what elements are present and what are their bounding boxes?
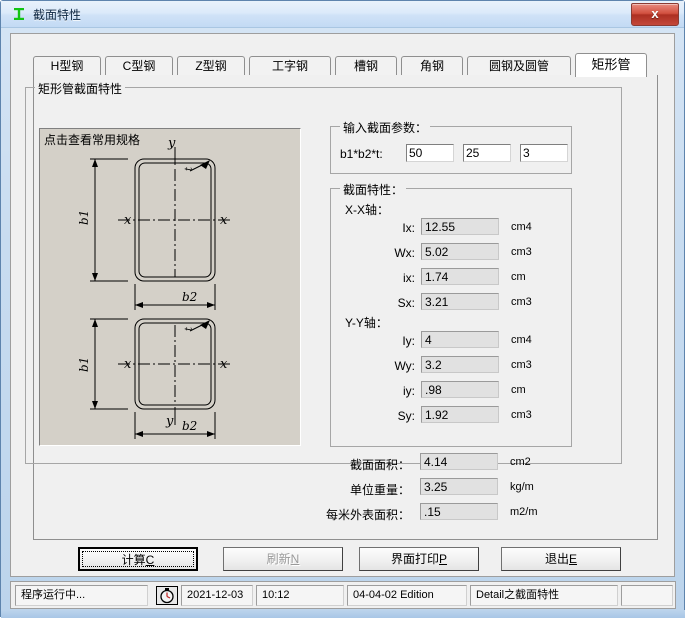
- iy-label: Iy:: [402, 334, 415, 348]
- diagram-label-y-bottom: y: [165, 414, 174, 429]
- exit-button-label: 退出: [544, 552, 569, 566]
- yy-axis-label: Y-Y轴：: [345, 316, 388, 330]
- wx-unit: cm3: [511, 246, 532, 258]
- status-edition: 04-04-02 Edition: [347, 585, 467, 606]
- tab-6[interactable]: 角钢: [401, 56, 463, 76]
- close-button[interactable]: x: [631, 3, 679, 26]
- wy-unit: cm3: [511, 359, 532, 371]
- status-message: 程序运行中...: [15, 585, 148, 606]
- ix-radius-label: ix:: [403, 271, 415, 285]
- ix-label: Ix:: [402, 221, 415, 235]
- sx-label: Sx:: [397, 296, 415, 310]
- calculate-button-label: 计算: [121, 553, 146, 567]
- diagram-label-x-left: x: [124, 213, 132, 228]
- status-time: 10:12: [256, 585, 344, 606]
- cross-section-drawing: y x x b2 b1 t x x y b2 b1 t: [77, 136, 232, 439]
- sy-value: 1.92: [421, 406, 499, 423]
- section-properties-group-legend: 矩形管截面特性: [35, 80, 126, 97]
- results-group: 截面特性： X-X轴： Ix: 12.55 cm4 Wx: 5.02 cm3 i…: [330, 181, 572, 447]
- area-label: 截面面积：: [349, 458, 410, 472]
- refresh-button-label: 刷新: [266, 552, 291, 566]
- diagram-label-x-left-2: x: [124, 357, 132, 372]
- surface-area-label: 每米外表面积：: [325, 508, 410, 522]
- surface-area-value: .15: [420, 503, 498, 520]
- tab-1[interactable]: H型钢: [33, 56, 101, 76]
- wy-value: 3.2: [421, 356, 499, 373]
- iy-value: 4: [421, 331, 499, 348]
- wy-label: Wy:: [394, 359, 415, 373]
- t-input[interactable]: [520, 144, 568, 162]
- tab-3[interactable]: Z型钢: [177, 56, 245, 76]
- ibeam-icon: [14, 8, 24, 20]
- sy-unit: cm3: [511, 409, 532, 421]
- iy-radius-unit: cm: [511, 384, 526, 396]
- status-bar: 程序运行中... 2021-12-03 10:12 04-04-02 Editi…: [10, 581, 676, 609]
- iy-radius-label: iy:: [403, 384, 415, 398]
- area-value: 4.14: [420, 453, 498, 470]
- tab-strip: H型钢 C型钢 Z型钢 工字钢 槽钢 角钢 圆钢及圆管 矩形管: [33, 53, 658, 77]
- calculate-button-mnemonic: C: [145, 553, 155, 567]
- diagram-label-b2-top: b2: [182, 290, 197, 304]
- diagram-label-b1-bottom: b1: [77, 357, 91, 372]
- print-button-label: 界面打印: [390, 552, 439, 566]
- unit-weight-value: 3.25: [420, 478, 498, 495]
- unit-weight-label: 单位重量：: [349, 483, 410, 497]
- sx-unit: cm3: [511, 296, 532, 308]
- print-button[interactable]: 界面打印P: [359, 547, 479, 571]
- stopwatch-icon[interactable]: [156, 586, 178, 605]
- refresh-button[interactable]: 刷新N: [223, 547, 343, 571]
- title-bar: 截面特性 x: [1, 1, 684, 28]
- ix-value: 12.55: [421, 218, 499, 235]
- diagram-label-t-bottom: t: [184, 326, 195, 331]
- exit-button-mnemonic: E: [569, 552, 578, 566]
- status-spare: [621, 585, 673, 606]
- calculate-button-inner: 计算C: [82, 551, 194, 567]
- refresh-button-mnemonic: N: [290, 552, 300, 566]
- tab-4[interactable]: 工字钢: [249, 56, 331, 76]
- ix-radius-unit: cm: [511, 271, 526, 283]
- sx-value: 3.21: [421, 293, 499, 310]
- input-parameters-legend: 输入截面参数：: [340, 119, 431, 136]
- tab-5[interactable]: 槽钢: [335, 56, 397, 76]
- b2-input[interactable]: [463, 144, 511, 162]
- window-title: 截面特性: [33, 8, 82, 22]
- b1b2t-label: b1*b2*t:: [340, 147, 383, 161]
- section-properties-group: 矩形管截面特性 点击查看常用规格 y x x b2 b1 t x x y b2 …: [25, 80, 622, 522]
- tab-7[interactable]: 圆钢及圆管: [467, 56, 571, 76]
- status-module: Detail之截面特性: [470, 585, 618, 606]
- close-icon: x: [651, 6, 659, 21]
- wx-label: Wx:: [394, 246, 415, 260]
- xx-axis-label: X-X轴：: [345, 203, 390, 217]
- unit-weight-unit: kg/m: [510, 481, 534, 493]
- status-date: 2021-12-03: [181, 585, 253, 606]
- surface-area-unit: m2/m: [510, 506, 538, 518]
- sy-label: Sy:: [397, 409, 415, 423]
- area-unit: cm2: [510, 456, 531, 468]
- diagram-label-b2-bottom: b2: [182, 419, 197, 433]
- exit-button[interactable]: 退出E: [501, 547, 621, 571]
- diagram-label-t-top: t: [184, 166, 195, 171]
- tab-8[interactable]: 矩形管: [575, 53, 647, 77]
- ix-radius-value: 1.74: [421, 268, 499, 285]
- client-area: H型钢 C型钢 Z型钢 工字钢 槽钢 角钢 圆钢及圆管 矩形管 矩形管截面特性 点击查看常用规…: [10, 33, 675, 577]
- input-parameters-group: 输入截面参数： b1*b2*t:: [330, 119, 572, 174]
- diagram-label-b1-top: b1: [77, 210, 91, 225]
- diagram-label-x-right: x: [220, 213, 228, 228]
- calculate-button[interactable]: 计算C: [78, 547, 198, 571]
- iy-unit: cm4: [511, 334, 532, 346]
- ix-unit: cm4: [511, 221, 532, 233]
- wx-value: 5.02: [421, 243, 499, 260]
- application-window: 截面特性 x H型钢 C型钢 Z型钢 工字钢 槽钢 角钢 圆钢及圆管 矩形管 矩形管截面特性 …: [0, 0, 685, 618]
- print-button-mnemonic: P: [439, 552, 448, 566]
- tab-2[interactable]: C型钢: [105, 56, 173, 76]
- diagram-label-x-right-2: x: [220, 357, 228, 372]
- iy-radius-value: .98: [421, 381, 499, 398]
- diagram-label-y-top: y: [167, 136, 176, 151]
- results-group-legend: 截面特性：: [340, 181, 407, 198]
- cross-section-diagram-panel[interactable]: 点击查看常用规格 y x x b2 b1 t x x y b2 b1 t: [39, 128, 301, 446]
- b1-input[interactable]: [406, 144, 454, 162]
